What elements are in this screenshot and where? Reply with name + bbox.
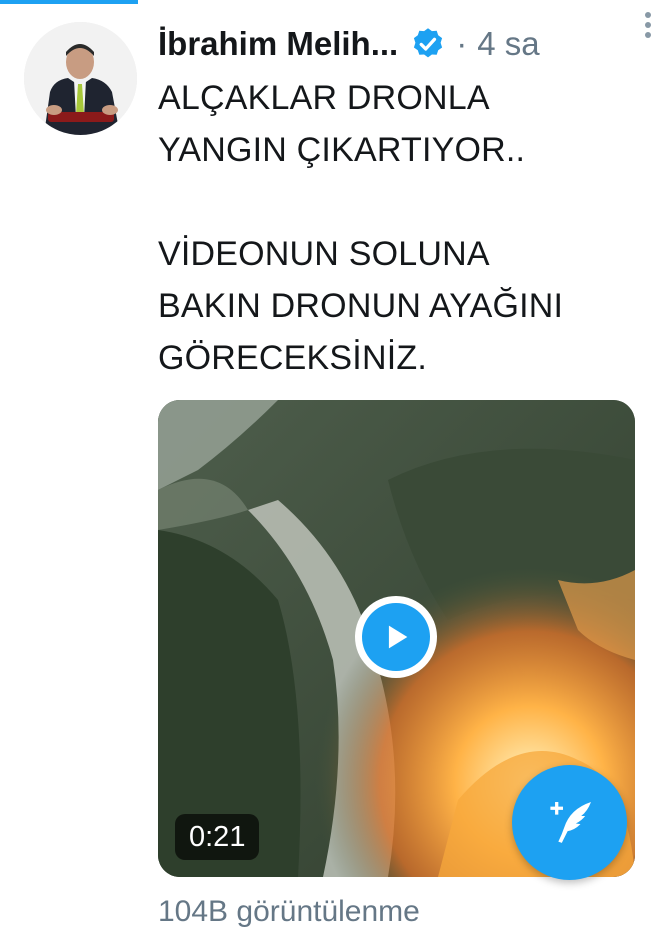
tweet-timestamp[interactable]: 4 sa xyxy=(477,25,539,63)
tweet-text: ALÇAKLAR DRONLA YANGIN ÇIKARTIYOR.. VİDE… xyxy=(158,79,564,377)
separator-dot: · xyxy=(456,25,468,62)
more-vertical-icon[interactable] xyxy=(638,8,658,42)
tweet-header: İbrahim Melih... · 4 sa xyxy=(158,18,640,70)
view-count: 104B görüntülenme xyxy=(158,895,420,928)
top-progress-bar xyxy=(0,0,138,4)
avatar-image xyxy=(24,22,137,135)
play-button[interactable] xyxy=(355,596,437,678)
play-icon xyxy=(388,625,408,649)
compose-tweet-button[interactable] xyxy=(512,765,627,880)
avatar[interactable] xyxy=(24,22,137,135)
verified-badge-icon xyxy=(414,28,443,58)
video-duration: 0:21 xyxy=(175,814,260,860)
compose-tweet-icon xyxy=(549,801,591,843)
author-name[interactable]: İbrahim Melih... xyxy=(158,25,398,63)
